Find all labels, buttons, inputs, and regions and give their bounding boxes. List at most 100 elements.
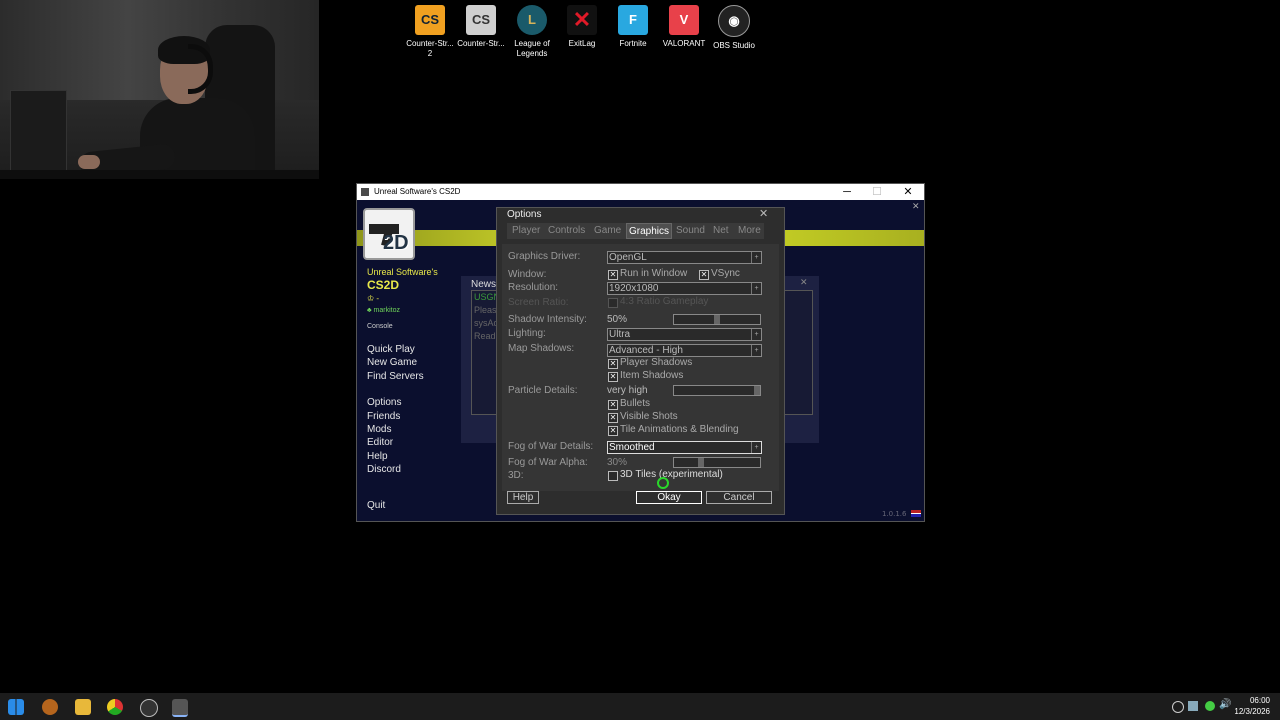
fog-details-select[interactable]: Smoothed + [607,441,762,454]
slider-knob[interactable] [754,386,760,395]
desktop-icon-label: VALORANT [662,39,706,48]
graphics-driver-label: Graphics Driver: [508,251,581,262]
tab-graphics[interactable]: Graphics [626,223,673,239]
news-close-icon[interactable]: ✕ [800,278,808,288]
menu-friends[interactable]: Friends [367,411,400,422]
resolution-select[interactable]: 1920x1080 + [607,282,762,295]
desktop-icon-label: Counter-Str... [457,39,505,48]
news-line[interactable]: Pleas [474,305,497,315]
brand-label: Unreal Software's [367,267,438,277]
dropdown-arrow-icon: + [751,252,761,263]
file-explorer-icon[interactable] [75,699,91,715]
tab-game[interactable]: Game [594,223,621,239]
clock-date[interactable]: 12/3/2026 [1225,707,1270,716]
steam-icon[interactable] [1188,701,1198,711]
run-in-window-label: Run in Window [620,268,688,279]
okay-button[interactable]: Okay [636,491,702,504]
run-in-window-checkbox[interactable]: ✕ [608,270,618,280]
map-shadows-select[interactable]: Advanced - High + [607,344,762,357]
item-shadows-checkbox[interactable]: ✕ [608,372,618,382]
maximize-button[interactable]: ☐ [862,184,892,200]
cancel-button[interactable]: Cancel [706,491,772,504]
tab-player[interactable]: Player [512,223,540,239]
lighting-select[interactable]: Ultra + [607,328,762,341]
graphics-driver-value: OpenGL [609,252,647,263]
visible-shots-checkbox[interactable]: ✕ [608,413,618,423]
obs-icon[interactable] [140,699,158,717]
obs-icon: ◉ [718,5,750,37]
map-shadows-label: Map Shadows: [508,343,575,354]
desktop-icon-label: Legends [516,49,548,58]
menu-new-game[interactable]: New Game [367,357,417,368]
desktop-icon-csgo[interactable]: CS Counter-Str... [456,5,506,49]
webcam-person-hand [78,155,100,169]
screen-ratio-label: Screen Ratio: [508,297,569,308]
menu-quick-play[interactable]: Quick Play [367,344,415,355]
three-d-tiles-checkbox[interactable] [608,471,618,481]
tray-status-icon[interactable] [1205,701,1215,711]
tab-net[interactable]: Net [713,223,729,239]
item-shadows-label: Item Shadows [620,370,684,381]
shadow-intensity-label: Shadow Intensity: [508,314,587,325]
shadow-intensity-slider[interactable] [673,314,761,325]
news-line[interactable]: Read [474,331,496,341]
bullets-checkbox[interactable]: ✕ [608,400,618,410]
desktop-icon-exitlag[interactable]: ✕ ExitLag [557,5,607,49]
username: markitoz [373,307,400,314]
console-link[interactable]: Console [367,323,393,330]
desktop-icon-label: ExitLag [568,39,596,48]
slider-knob[interactable] [714,315,720,324]
news-line[interactable]: sysAd [474,318,499,328]
desktop-icon-league[interactable]: L League of Legends [507,5,557,59]
close-button[interactable]: ✕ [893,184,923,200]
tab-sound[interactable]: Sound [676,223,705,239]
graphics-driver-select[interactable]: OpenGL + [607,251,762,264]
tab-controls[interactable]: Controls [548,223,585,239]
desktop-icon-cs2[interactable]: CS Counter-Str... 2 [405,5,455,59]
menu-discord[interactable]: Discord [367,464,401,475]
map-shadows-value: Advanced - High [609,345,683,356]
window-titlebar[interactable]: Unreal Software's CS2D ─ ☐ ✕ [357,184,924,200]
desktop-icon-obs[interactable]: ◉ OBS Studio [709,5,759,51]
menu-find-servers[interactable]: Find Servers [367,371,424,382]
app-icon[interactable] [42,699,58,715]
news-title: News [471,279,497,290]
flag-icon[interactable] [911,510,921,517]
menu-options[interactable]: Options [367,397,401,408]
screen-ratio-checkbox[interactable] [608,298,618,308]
fog-alpha-slider[interactable] [673,457,761,468]
version-label: 1.0.1.6 [882,510,907,518]
dropdown-arrow-icon: + [751,283,761,294]
vsync-checkbox[interactable]: ✕ [699,270,709,280]
desktop-icon-fortnite[interactable]: F Fortnite [608,5,658,49]
dropdown-arrow-icon: + [751,329,761,340]
menu-quit[interactable]: Quit [367,500,385,511]
tile-animations-checkbox[interactable]: ✕ [608,426,618,436]
windows-start-icon[interactable] [8,699,24,715]
dropdown-arrow-icon: + [751,442,761,453]
menu-editor[interactable]: Editor [367,437,393,448]
resolution-label: Resolution: [508,282,559,293]
dialog-close-icon[interactable]: ✕ [759,207,768,220]
tray-app-icon[interactable] [1172,701,1184,713]
clock-time[interactable]: 06:00 [1230,696,1270,705]
menu-help[interactable]: Help [367,451,388,462]
fog-details-value: Smoothed [609,442,655,453]
lol-icon: L [517,5,547,35]
inner-close-icon[interactable]: ✕ [912,202,920,212]
help-button[interactable]: Help [507,491,539,504]
particle-details-slider[interactable] [673,385,761,396]
screen-ratio-option: 4:3 Ratio Gameplay [620,296,709,307]
player-shadows-checkbox[interactable]: ✕ [608,359,618,369]
desktop-icon-label: 2 [427,49,433,58]
desktop-icon-label: Fortnite [619,39,647,48]
cs2d-icon[interactable] [172,699,188,717]
chrome-icon[interactable] [107,699,123,715]
cs2d-logo: 2D [363,208,415,260]
desktop-icon-valorant[interactable]: V VALORANT [659,5,709,49]
menu-mods[interactable]: Mods [367,424,391,435]
slider-knob[interactable] [698,458,704,467]
tab-more[interactable]: More [738,223,761,239]
minimize-button[interactable]: ─ [832,184,862,200]
user-entry[interactable]: ♣ markitoz [367,307,400,314]
